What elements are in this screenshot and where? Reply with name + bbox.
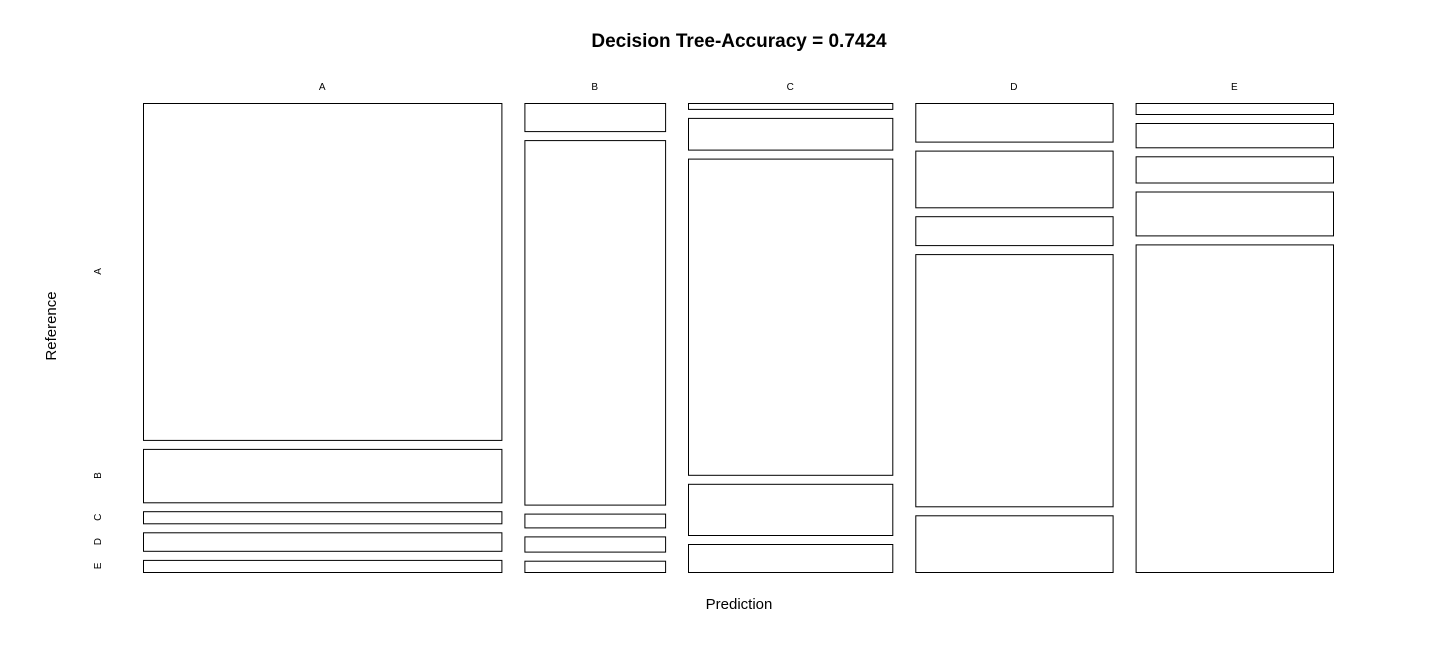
tile-pred-A-ref-E [143,559,503,574]
x-axis-label: Prediction [706,596,773,613]
tile-pred-B-ref-A [524,103,667,133]
tile-pred-B-ref-C [524,513,667,529]
tile-pred-E-ref-D [1135,191,1334,237]
mosaic-chart: Decision Tree-Accuracy = 0.7424 Predicti… [43,31,1334,613]
tile-pred-C-ref-B [688,117,894,151]
prediction-tick-E: E [1231,82,1238,93]
tile-pred-D-ref-D [915,254,1114,508]
reference-tick-A: A [93,268,104,275]
tile-pred-E-ref-C [1135,156,1334,184]
reference-tick-labels: A B C D E [93,268,104,570]
tile-pred-D-ref-B [915,150,1114,209]
chart-title: Decision Tree-Accuracy = 0.7424 [591,31,887,52]
tile-pred-D-ref-C [915,216,1114,247]
prediction-tick-labels: A B C D E [319,82,1238,93]
tile-pred-D-ref-E [915,515,1114,573]
tile-pred-A-ref-B [143,448,503,504]
tile-pred-E-ref-A [1135,103,1334,115]
tile-pred-C-ref-E [688,544,894,573]
reference-tick-E: E [93,562,104,569]
reference-tick-D: D [93,538,104,545]
tile-pred-C-ref-A [688,103,894,110]
tile-pred-B-ref-D [524,536,667,553]
tile-pred-E-ref-E [1135,244,1334,573]
tile-pred-B-ref-B [524,140,667,506]
tile-pred-C-ref-C [688,158,894,476]
tile-pred-A-ref-A [143,103,503,441]
reference-tick-C: C [93,514,104,521]
reference-tick-B: B [93,472,104,479]
y-axis-label: Reference [43,291,60,360]
tile-pred-D-ref-A [915,103,1114,143]
prediction-tick-A: A [319,82,326,93]
mosaic-tiles [143,103,1334,574]
tile-pred-C-ref-D [688,483,894,536]
tile-pred-A-ref-C [143,511,503,525]
tile-pred-B-ref-E [524,560,667,574]
prediction-tick-D: D [1010,82,1017,93]
tile-pred-A-ref-D [143,532,503,552]
prediction-tick-B: B [591,82,598,93]
prediction-tick-C: C [787,82,794,93]
tile-pred-E-ref-B [1135,123,1334,149]
